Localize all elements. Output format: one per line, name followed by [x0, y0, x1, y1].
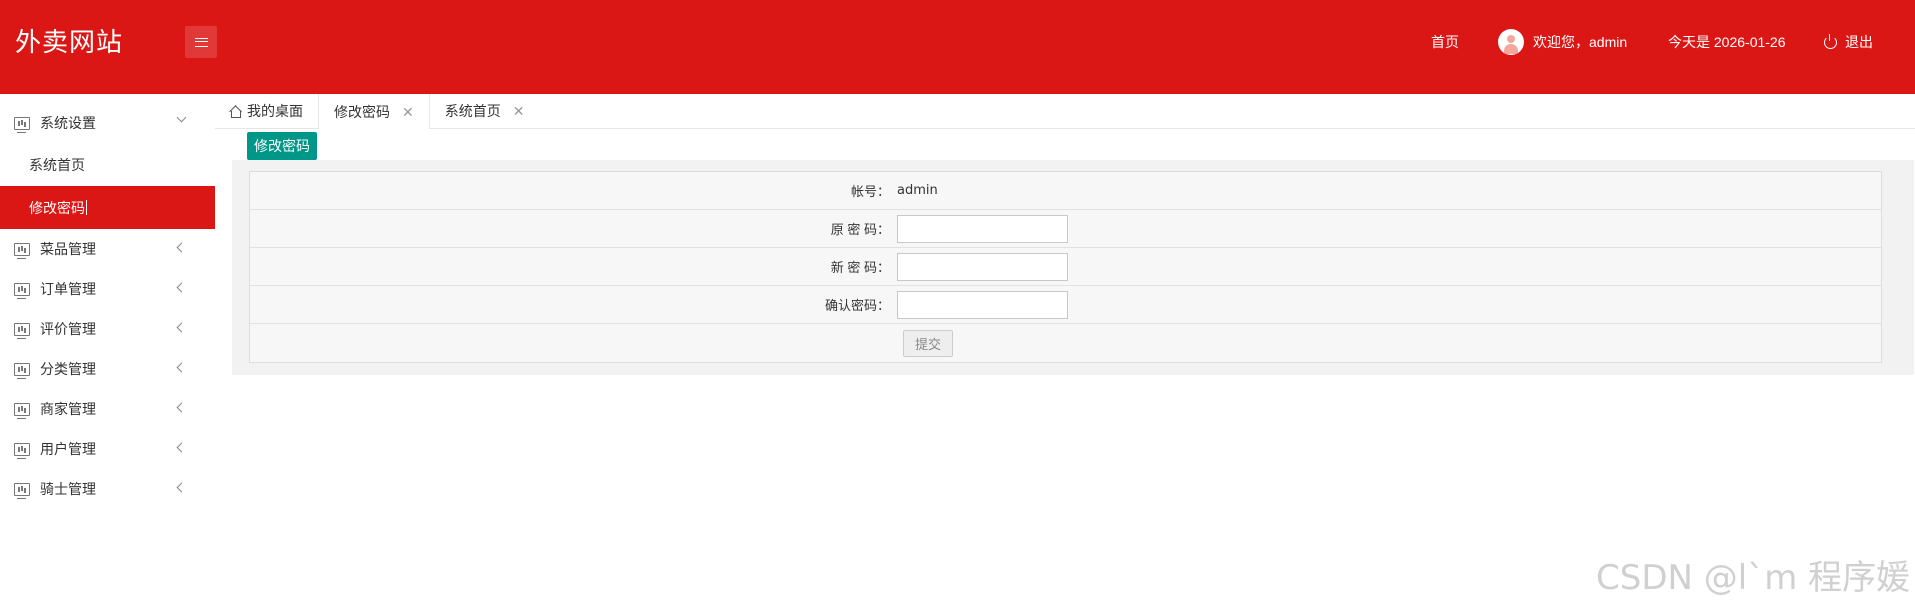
chevron-down-icon [176, 112, 187, 123]
chevron-left-icon [176, 242, 187, 253]
form-row-new-password: 新 密 码： [250, 248, 1881, 286]
monitor-icon [14, 362, 30, 379]
sidebar-item-category-management[interactable]: 分类管理 [0, 349, 215, 389]
monitor-icon [14, 282, 30, 299]
logout-button[interactable]: 退出 [1824, 0, 1873, 84]
sidebar-item-system-settings[interactable]: 系统设置 [0, 103, 215, 143]
monitor-icon [14, 116, 30, 133]
sidebar-item-label: 菜品管理 [40, 241, 96, 257]
sidebar-subitem-system-home[interactable]: 系统首页 [0, 143, 215, 186]
tab-label: 修改密码 [334, 103, 390, 120]
text-caret [86, 200, 87, 215]
menu-toggle-button[interactable] [185, 26, 217, 58]
power-icon [1824, 33, 1837, 49]
sidebar-item-label: 商家管理 [40, 401, 96, 417]
sidebar-item-label: 系统设置 [40, 115, 96, 131]
sidebar-item-merchant-management[interactable]: 商家管理 [0, 389, 215, 429]
close-icon[interactable]: ✕ [402, 105, 414, 119]
sidebar-item-label: 评价管理 [40, 321, 96, 337]
change-password-button[interactable]: 修改密码 [247, 132, 317, 160]
sidebar: 系统设置 系统首页 修改密码 菜品管理 订单管理 评价管理 分类管理 商家管理 … [0, 94, 215, 607]
old-password-field[interactable] [897, 214, 1068, 243]
top-header: 外卖网站 首页 欢迎您，admin 今天是 2026-01-26 退出 [0, 0, 1915, 94]
account-label: 帐号： [850, 184, 890, 199]
home-icon [229, 106, 241, 118]
confirm-password-label: 确认密码： [824, 298, 890, 313]
tab-label: 系统首页 [444, 103, 501, 119]
sidebar-item-rider-management[interactable]: 骑士管理 [0, 469, 215, 509]
new-password-field[interactable] [897, 252, 1068, 281]
form-row-confirm-password: 确认密码： [250, 286, 1881, 324]
nav-home-link[interactable]: 首页 [1431, 0, 1459, 84]
monitor-icon [14, 242, 30, 259]
chevron-left-icon [176, 442, 187, 453]
chevron-left-icon [176, 362, 187, 373]
tab-change-password[interactable]: 修改密码 ✕ [318, 94, 430, 129]
sidebar-subitem-label: 修改密码 [29, 199, 85, 216]
monitor-icon [14, 402, 30, 419]
user-menu[interactable]: 欢迎您，admin [1498, 0, 1627, 84]
chevron-left-icon [176, 482, 187, 493]
date-text: 今天是 2026-01-26 [1668, 34, 1786, 50]
logout-label: 退出 [1845, 34, 1873, 50]
form-row-submit: 提交 [250, 324, 1881, 362]
submit-button[interactable]: 提交 [903, 329, 953, 357]
tab-label: 我的桌面 [247, 103, 303, 119]
monitor-icon [14, 322, 30, 339]
password-form: 帐号： admin 原 密 码： 新 密 码： 确认密码： 提交 [249, 171, 1882, 363]
sidebar-item-user-management[interactable]: 用户管理 [0, 429, 215, 469]
site-logo[interactable]: 外卖网站 [15, 22, 123, 59]
watermark: CSDN @l`m 程序媛 [1596, 558, 1911, 598]
sidebar-subitem-change-password[interactable]: 修改密码 [0, 186, 215, 229]
form-row-account: 帐号： admin [250, 172, 1881, 210]
sidebar-item-label: 分类管理 [40, 361, 96, 377]
account-value: admin [897, 183, 938, 198]
sidebar-item-label: 骑士管理 [40, 481, 96, 497]
chevron-left-icon [176, 282, 187, 293]
avatar [1498, 29, 1524, 55]
close-icon[interactable]: ✕ [513, 104, 525, 118]
tab-my-desktop[interactable]: 我的桌面 [215, 94, 318, 128]
tab-system-home[interactable]: 系统首页 ✕ [430, 94, 540, 128]
form-row-old-password: 原 密 码： [250, 210, 1881, 248]
sidebar-item-order-management[interactable]: 订单管理 [0, 269, 215, 309]
confirm-password-field[interactable] [897, 290, 1068, 319]
sidebar-item-review-management[interactable]: 评价管理 [0, 309, 215, 349]
chevron-left-icon [176, 322, 187, 333]
sidebar-item-label: 用户管理 [40, 441, 96, 457]
tab-bar: 我的桌面 修改密码 ✕ 系统首页 ✕ [215, 94, 1915, 129]
welcome-text: 欢迎您，admin [1533, 34, 1628, 50]
sidebar-item-label: 订单管理 [40, 281, 96, 297]
sidebar-item-dish-management[interactable]: 菜品管理 [0, 229, 215, 269]
old-password-label: 原 密 码： [830, 222, 890, 237]
monitor-icon [14, 482, 30, 499]
hamburger-icon [194, 37, 208, 47]
new-password-label: 新 密 码： [830, 260, 890, 275]
chevron-left-icon [176, 402, 187, 413]
monitor-icon [14, 442, 30, 459]
